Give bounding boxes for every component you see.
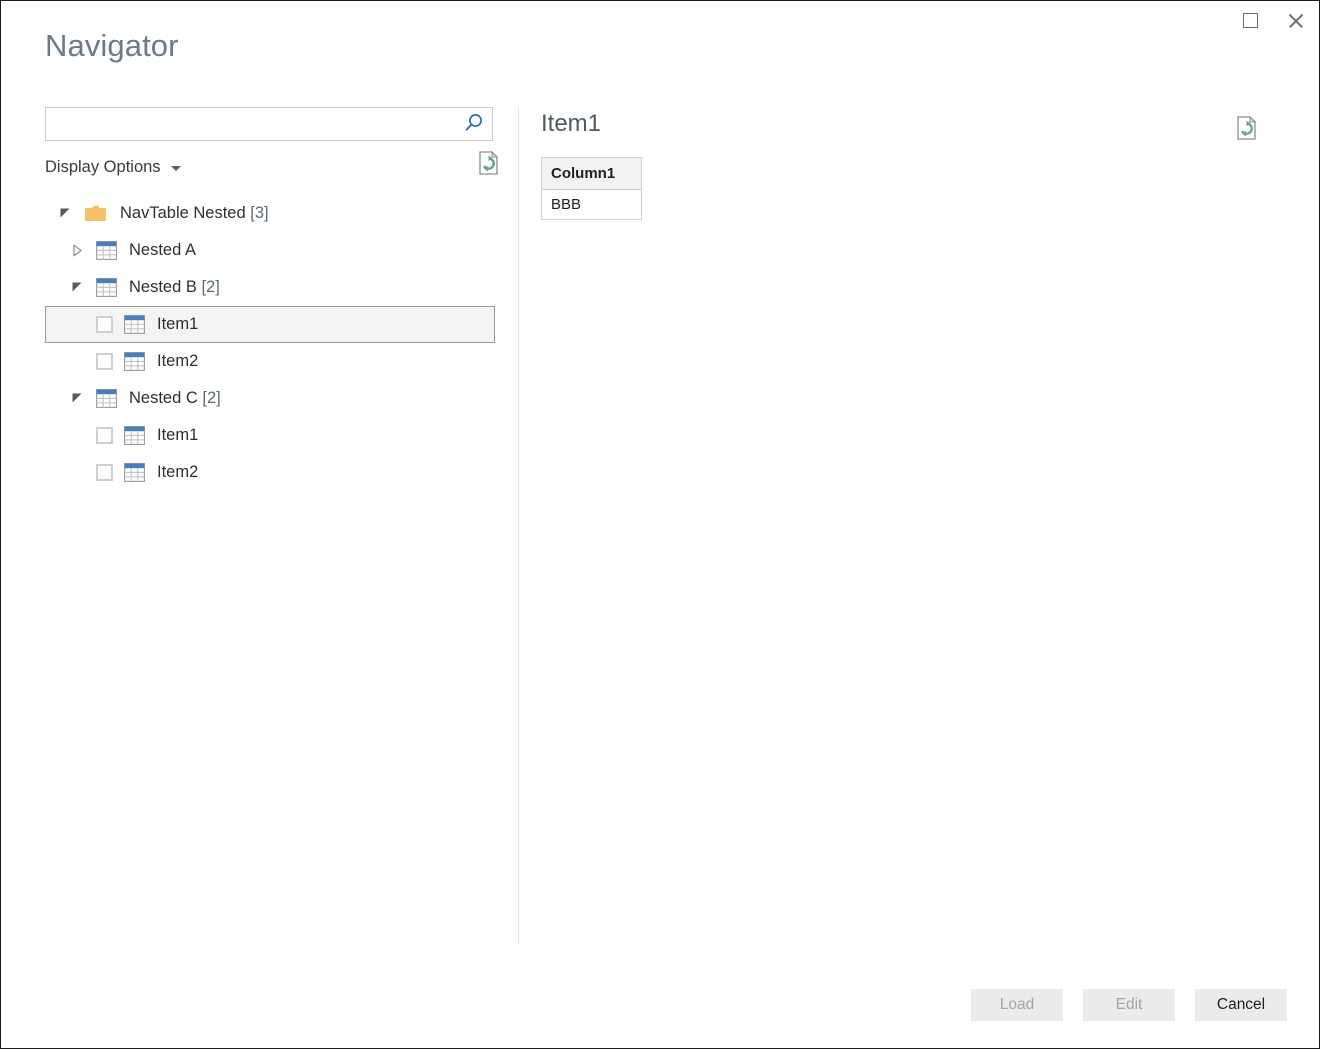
tree-item-nested-a-1[interactable]: Nested A bbox=[45, 232, 495, 269]
twisty-collapsed-icon[interactable] bbox=[68, 241, 86, 261]
tree-item-count: [3] bbox=[250, 204, 268, 222]
refresh-preview-button-right[interactable] bbox=[1235, 115, 1259, 141]
tree-item-checkbox[interactable] bbox=[96, 353, 113, 370]
display-options-label: Display Options bbox=[45, 158, 161, 177]
preview-column-header-0: Column1 bbox=[542, 158, 642, 190]
tree-item-label: Item1 bbox=[157, 426, 198, 445]
tree-item-item1-3[interactable]: Item1 bbox=[45, 306, 495, 343]
table-icon bbox=[124, 315, 145, 334]
tree-item-checkbox[interactable] bbox=[96, 464, 113, 481]
refresh-preview-icon bbox=[1235, 129, 1259, 144]
table-icon bbox=[124, 352, 145, 371]
twisty-expanded-icon[interactable] bbox=[68, 389, 86, 409]
preview-title: Item1 bbox=[541, 107, 601, 137]
preview-header-row: Column1 bbox=[542, 158, 642, 190]
pane-divider bbox=[518, 107, 519, 943]
tree-item-label: Nested B [2] bbox=[129, 278, 220, 297]
preview-table-body: BBB bbox=[542, 190, 642, 220]
window-controls bbox=[1227, 1, 1319, 41]
search-box[interactable] bbox=[45, 107, 493, 141]
refresh-preview-icon bbox=[477, 164, 501, 179]
search-input[interactable] bbox=[46, 108, 456, 140]
tree-item-count: [2] bbox=[201, 278, 219, 296]
tree-item-nested-c-5[interactable]: Nested C [2] bbox=[45, 380, 495, 417]
tree-item-label: Item2 bbox=[157, 463, 198, 482]
cancel-button[interactable]: Cancel bbox=[1195, 989, 1287, 1021]
tree-item-count: [2] bbox=[202, 389, 220, 407]
maximize-button[interactable] bbox=[1227, 1, 1273, 39]
tree-item-label: Item2 bbox=[157, 352, 198, 371]
table-icon bbox=[96, 278, 117, 297]
table-icon bbox=[96, 389, 117, 408]
tree-item-label: Nested C [2] bbox=[129, 389, 221, 408]
search-button[interactable] bbox=[456, 108, 492, 140]
tree-item-label: Item1 bbox=[157, 315, 198, 334]
preview-header: Item1 bbox=[541, 107, 1289, 141]
tree-item-item1-6[interactable]: Item1 bbox=[45, 417, 495, 454]
preview-cell-0-0: BBB bbox=[542, 190, 642, 220]
navigator-dialog: Navigator Display Options bbox=[0, 0, 1320, 1049]
table-icon bbox=[124, 463, 145, 482]
table-icon bbox=[124, 426, 145, 445]
tree-item-item2-7[interactable]: Item2 bbox=[45, 454, 495, 491]
dialog-footer: Load Edit Cancel bbox=[971, 989, 1287, 1021]
edit-button: Edit bbox=[1083, 989, 1175, 1021]
display-options-row: Display Options bbox=[45, 153, 493, 181]
refresh-preview-button-left[interactable] bbox=[477, 150, 501, 176]
preview-table-head: Column1 bbox=[542, 158, 642, 190]
tree-item-navtable-nested-0[interactable]: NavTable Nested [3] bbox=[45, 195, 495, 232]
preview-pane: Item1 Column1 bbox=[541, 107, 1289, 220]
preview-table-row: BBB bbox=[542, 190, 642, 220]
folder-icon bbox=[84, 204, 108, 224]
maximize-icon bbox=[1243, 13, 1258, 28]
page-title: Navigator bbox=[45, 27, 179, 64]
preview-table: Column1 BBB bbox=[541, 157, 642, 220]
tree-item-item2-4[interactable]: Item2 bbox=[45, 343, 495, 380]
close-button[interactable] bbox=[1273, 1, 1319, 39]
tree-item-nested-b-2[interactable]: Nested B [2] bbox=[45, 269, 495, 306]
navigator-tree: NavTable Nested [3] Nested A Nested B [2… bbox=[45, 195, 495, 491]
tree-item-checkbox[interactable] bbox=[96, 316, 113, 333]
left-pane: Display Options bbox=[45, 107, 495, 491]
close-icon bbox=[1287, 11, 1305, 29]
tree-item-checkbox[interactable] bbox=[96, 427, 113, 444]
twisty-expanded-icon[interactable] bbox=[56, 204, 74, 224]
chevron-down-icon bbox=[171, 166, 181, 171]
display-options-button[interactable]: Display Options bbox=[45, 158, 181, 177]
search-icon bbox=[463, 112, 485, 137]
table-icon bbox=[96, 241, 117, 260]
tree-item-label: NavTable Nested [3] bbox=[120, 204, 269, 223]
tree-item-label: Nested A bbox=[129, 241, 196, 260]
load-button: Load bbox=[971, 989, 1063, 1021]
twisty-expanded-icon[interactable] bbox=[68, 278, 86, 298]
